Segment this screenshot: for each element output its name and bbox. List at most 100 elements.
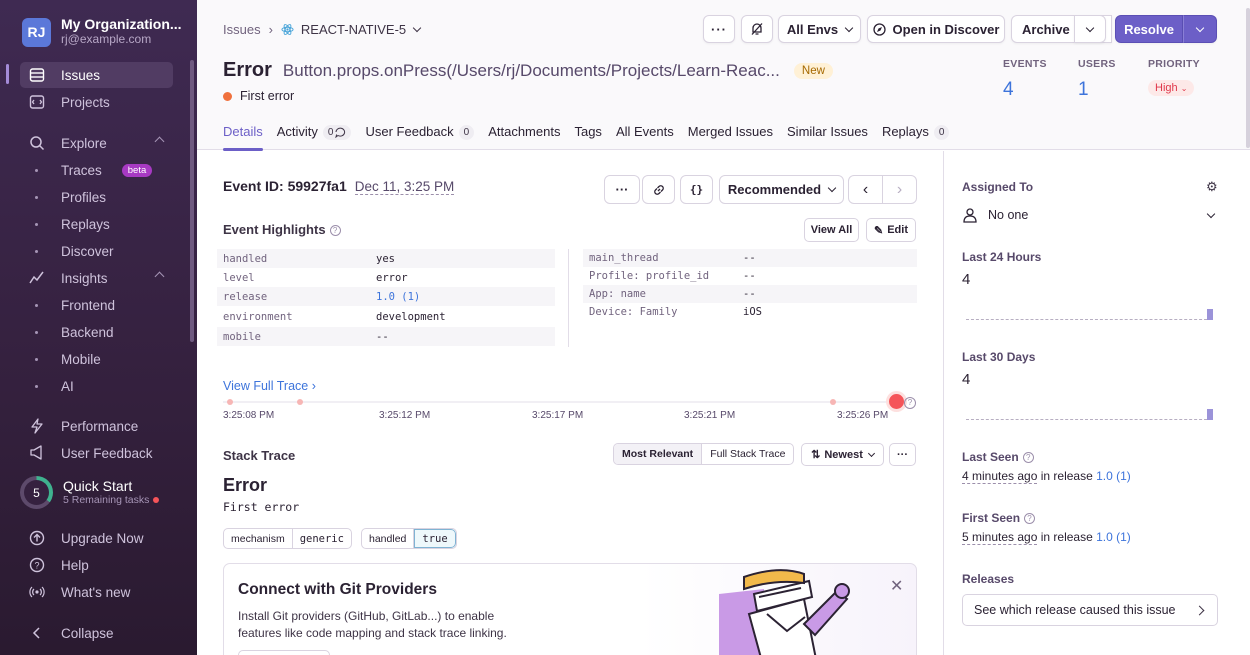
event-date[interactable]: Dec 11, 3:25 PM bbox=[354, 179, 455, 195]
copy-link-button[interactable] bbox=[642, 175, 675, 204]
breadcrumb-project[interactable]: REACT-NATIVE-5 bbox=[301, 22, 406, 37]
info-icon[interactable]: ? bbox=[329, 225, 341, 236]
sidebar-item-profiles[interactable]: Profiles bbox=[20, 184, 173, 210]
chevron-down-icon[interactable] bbox=[412, 23, 422, 33]
environment-selector[interactable]: All Envs bbox=[778, 15, 861, 43]
settings-icon[interactable]: ⚙ bbox=[1206, 179, 1218, 195]
sidebar-item-upgrade[interactable]: Upgrade Now bbox=[20, 525, 173, 551]
event-sort-dropdown[interactable]: Recommended bbox=[719, 175, 844, 204]
info-icon[interactable]: ? bbox=[1024, 513, 1036, 524]
sidebar-item-performance[interactable]: Performance bbox=[20, 413, 173, 439]
sidebar-item-help[interactable]: ? Help bbox=[20, 552, 173, 578]
sidebar-item-traces[interactable]: Traces beta bbox=[20, 157, 173, 183]
archive-dropdown[interactable] bbox=[1074, 15, 1106, 43]
lightning-icon bbox=[28, 417, 46, 435]
tab-user-feedback[interactable]: User Feedback 0 bbox=[365, 124, 475, 150]
assignee-dropdown[interactable]: No one bbox=[962, 205, 1218, 225]
json-button[interactable]: {} bbox=[680, 175, 713, 204]
resolve-dropdown[interactable] bbox=[1183, 15, 1217, 43]
sidebar-item-label: Collapse bbox=[61, 625, 114, 641]
info-icon[interactable]: ? bbox=[1022, 452, 1034, 463]
previous-event-button[interactable]: ‹ bbox=[848, 175, 883, 204]
next-event-button[interactable]: › bbox=[882, 175, 917, 204]
tab-details[interactable]: Details bbox=[223, 124, 263, 151]
sidebar-item-projects[interactable]: Projects bbox=[20, 89, 173, 115]
view-full-trace-link[interactable]: View Full Trace › bbox=[223, 379, 316, 393]
breadcrumb-issues[interactable]: Issues bbox=[223, 22, 261, 37]
sidebar-item-backend[interactable]: Backend bbox=[20, 319, 173, 345]
tag-value: generic bbox=[299, 532, 344, 545]
event-id-row: Event ID: 59927fa1 Dec 11, 3:25 PM bbox=[223, 178, 455, 195]
sparkline-bar[interactable] bbox=[1207, 409, 1213, 420]
quick-start[interactable]: 5 Quick Start 5 Remaining tasks bbox=[20, 476, 160, 509]
sidebar-item-mobile[interactable]: Mobile bbox=[20, 346, 173, 372]
chevron-right-icon: › bbox=[896, 180, 903, 198]
sidebar-scrollbar[interactable] bbox=[190, 60, 194, 342]
suspect-release-button[interactable]: See which release caused this issue bbox=[962, 594, 1218, 626]
sidebar-item-frontend[interactable]: Frontend bbox=[20, 292, 173, 318]
users-count[interactable]: 1 bbox=[1078, 79, 1089, 101]
sparkline-bar[interactable] bbox=[1207, 309, 1213, 320]
sidebar-item-label: Frontend bbox=[61, 297, 116, 313]
first-seen-time[interactable]: 5 minutes ago bbox=[962, 530, 1038, 545]
highlight-value: -- bbox=[376, 330, 389, 343]
full-stack-trace-toggle[interactable]: Full Stack Trace bbox=[702, 444, 793, 464]
mechanism-tag[interactable]: mechanism generic bbox=[223, 528, 352, 549]
first-seen-value: 5 minutes ago in release 1.0 (1) bbox=[962, 530, 1131, 545]
stack-trace-title: Stack Trace bbox=[223, 448, 296, 463]
current-event-marker[interactable] bbox=[889, 394, 904, 409]
ellipsis-icon: ··· bbox=[711, 21, 727, 37]
sort-newest-dropdown[interactable]: ⇅ Newest bbox=[801, 443, 884, 466]
last-seen-release-link[interactable]: 1.0 (1) bbox=[1096, 469, 1131, 483]
timeline-help-icon[interactable]: ? bbox=[904, 397, 916, 409]
last-24h-sparkline[interactable] bbox=[966, 319, 1212, 320]
sidebar-item-explore[interactable]: Explore bbox=[20, 130, 173, 156]
events-count[interactable]: 4 bbox=[1003, 79, 1014, 101]
org-switcher[interactable]: RJ My Organization... rj@example.com bbox=[22, 17, 182, 47]
sidebar-item-ai[interactable]: AI bbox=[20, 373, 173, 399]
tab-tags[interactable]: Tags bbox=[574, 124, 601, 150]
edit-highlights-button[interactable]: ✎ Edit bbox=[866, 218, 916, 242]
handled-tag[interactable]: handled true bbox=[361, 528, 457, 549]
chevron-down-icon bbox=[844, 23, 854, 32]
assigned-to-label: Assigned To bbox=[962, 180, 1034, 194]
sidebar-item-label: AI bbox=[61, 378, 74, 394]
tab-replays[interactable]: Replays 0 bbox=[882, 124, 950, 150]
timeline-event-marker[interactable] bbox=[297, 399, 303, 405]
sidebar-item-discover[interactable]: Discover bbox=[20, 238, 173, 264]
exception-type: Error bbox=[223, 475, 268, 495]
first-seen-release-link[interactable]: 1.0 (1) bbox=[1096, 530, 1131, 544]
most-relevant-toggle[interactable]: Most Relevant bbox=[614, 444, 703, 464]
tab-all-events[interactable]: All Events bbox=[616, 124, 674, 150]
last-seen-time[interactable]: 4 minutes ago bbox=[962, 469, 1038, 484]
open-in-discover-button[interactable]: Open in Discover bbox=[867, 15, 1005, 43]
tab-attachments[interactable]: Attachments bbox=[488, 124, 560, 150]
last-30d-sparkline[interactable] bbox=[966, 419, 1212, 420]
tab-merged-issues[interactable]: Merged Issues bbox=[688, 124, 773, 150]
banner-action-button[interactable] bbox=[238, 650, 330, 655]
view-all-button[interactable]: View All bbox=[804, 218, 859, 242]
mute-button[interactable] bbox=[741, 15, 773, 43]
sidebar-item-replays[interactable]: Replays bbox=[20, 211, 173, 237]
close-icon[interactable]: ✕ bbox=[890, 576, 903, 596]
sidebar-item-collapse[interactable]: Collapse bbox=[20, 620, 173, 646]
highlights-divider bbox=[568, 249, 569, 347]
trace-timeline[interactable] bbox=[223, 394, 904, 409]
event-id[interactable]: 59927fa1 bbox=[288, 178, 347, 194]
stack-more-button[interactable]: ··· bbox=[889, 443, 916, 466]
tab-similar-issues[interactable]: Similar Issues bbox=[787, 124, 868, 150]
highlight-value-link[interactable]: 1.0 (1) bbox=[376, 291, 420, 303]
timeline-event-marker[interactable] bbox=[830, 399, 836, 405]
sidebar-item-user-feedback[interactable]: User Feedback bbox=[20, 440, 173, 466]
tab-activity[interactable]: Activity 0 bbox=[277, 124, 352, 150]
main-scrollbar[interactable] bbox=[1246, 8, 1250, 148]
sidebar-item-whats-new[interactable]: What's new bbox=[20, 579, 173, 605]
chevron-left-icon: ‹ bbox=[862, 180, 869, 198]
resolve-button[interactable]: Resolve bbox=[1115, 15, 1183, 43]
sidebar-item-issues[interactable]: Issues bbox=[20, 62, 173, 88]
sidebar-item-insights[interactable]: Insights bbox=[20, 265, 173, 291]
priority-dropdown[interactable]: High ⌄ bbox=[1148, 80, 1195, 96]
timeline-event-marker[interactable] bbox=[227, 399, 233, 405]
more-actions-button[interactable]: ··· bbox=[703, 15, 735, 43]
event-more-button[interactable]: ··· bbox=[604, 175, 640, 204]
